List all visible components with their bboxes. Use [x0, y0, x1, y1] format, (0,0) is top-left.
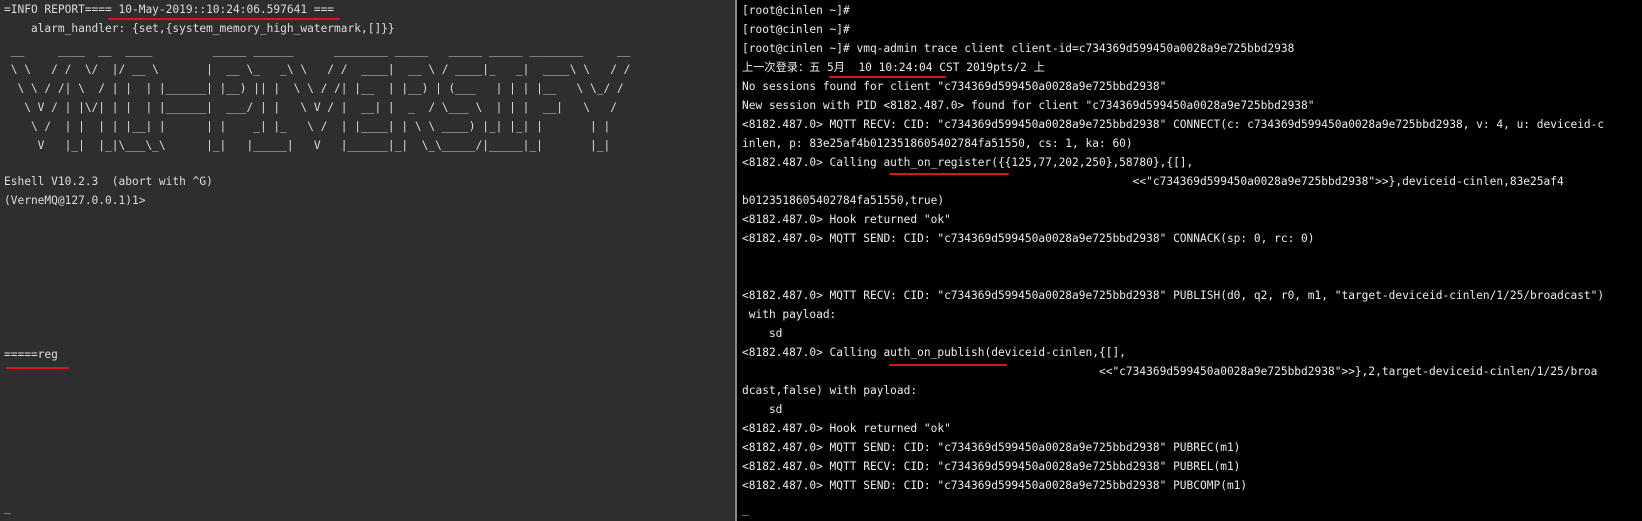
reg-line: =====reg — [4, 348, 58, 361]
terminal-line: sd — [742, 327, 783, 340]
auth-on-register-line: <8182.487.0> Calling auth_on_register({{… — [742, 156, 1194, 169]
terminal-line: <8182.487.0> MQTT SEND: CID: "c734369d59… — [742, 441, 1241, 454]
last-login-underline — [829, 76, 946, 78]
terminal-line: dcast,false) with payload: — [742, 384, 918, 397]
banner-line-5: \ / | | | | |__| | | | _| |_ \ / | |____… — [4, 120, 611, 133]
right-cursor: _ — [742, 503, 749, 516]
terminal-line: <8182.487.0> MQTT RECV: CID: "c734369d59… — [742, 118, 1605, 131]
auth-on-publish-line: <8182.487.0> Calling auth_on_publish(dev… — [742, 346, 1126, 359]
terminal-line: <8182.487.0> Hook returned "ok" — [742, 213, 951, 226]
banner-line-6: V |_| |_|\___\_\ |_| |_____| V |______|_… — [4, 139, 611, 152]
terminal-line: <<"c734369d599450a0028a9e725bbd2938">>},… — [742, 175, 1564, 188]
terminal-line: [root@cinlen ~]# vmq-admin trace client … — [742, 42, 1295, 55]
left-cursor: _ — [4, 501, 11, 514]
banner-line-1: __ ____ __ ____ _____ ______ ________ __… — [4, 44, 631, 57]
terminal-line: <8182.487.0> MQTT RECV: CID: "c734369d59… — [742, 460, 1241, 473]
terminal-line: <8182.487.0> Hook returned "ok" — [742, 422, 951, 435]
left-terminal-pane[interactable]: =INFO REPORT==== 10-May-2019::10:24:06.5… — [0, 0, 735, 521]
banner-line-3: \ \ / /| \ / | | | |______| |__) || | \ … — [4, 82, 624, 95]
terminal-line: [root@cinlen ~]# — [742, 23, 850, 36]
terminal-line: [root@cinlen ~]# — [742, 4, 850, 17]
banner-line-4: \ V / | |\/| | | | |______| ___/ | | \ V… — [4, 101, 617, 114]
reg-underline — [6, 367, 69, 369]
terminal-line: b0123518605402784fa51550,true) — [742, 194, 945, 207]
timestamp-underline — [108, 18, 340, 20]
terminal-line: sd — [742, 403, 783, 416]
eshell-version-line: Eshell V10.2.3 (abort with ^G) — [4, 175, 213, 188]
terminal-line: New session with PID <8182.487.0> found … — [742, 99, 1315, 112]
last-login-line: 上一次登录：五 5月 10 10:24:04 CST 2019pts/2 上 — [742, 61, 1045, 74]
banner-line-2: \ \ / / \/ |/ __ \ | __ \_ _\ \ / / ____… — [4, 63, 631, 76]
terminal-line: inlen, p: 83e25af4b0123518605402784fa515… — [742, 137, 1133, 150]
auth-on-publish-underline — [889, 364, 1007, 366]
terminal-line: with payload: — [742, 308, 837, 321]
alarm-handler-line: alarm_handler: {set,{system_memory_high_… — [4, 22, 395, 35]
shell-prompt[interactable]: (VerneMQ@127.0.0.1)1> — [4, 191, 145, 210]
auth-on-register-underline — [889, 173, 1009, 175]
terminal-line: <<"c734369d599450a0028a9e725bbd2938">>},… — [742, 365, 1598, 378]
right-terminal-pane[interactable]: [root@cinlen ~]# [root@cinlen ~]# [root@… — [737, 0, 1642, 521]
terminal-line: <8182.487.0> MQTT SEND: CID: "c734369d59… — [742, 232, 1315, 245]
terminal-line: <8182.487.0> MQTT RECV: CID: "c734369d59… — [742, 289, 1605, 302]
terminal-line: No sessions found for client "c734369d59… — [742, 80, 1167, 93]
info-report-line: =INFO REPORT==== 10-May-2019::10:24:06.5… — [4, 3, 335, 16]
terminal-line: <8182.487.0> MQTT SEND: CID: "c734369d59… — [742, 479, 1248, 492]
